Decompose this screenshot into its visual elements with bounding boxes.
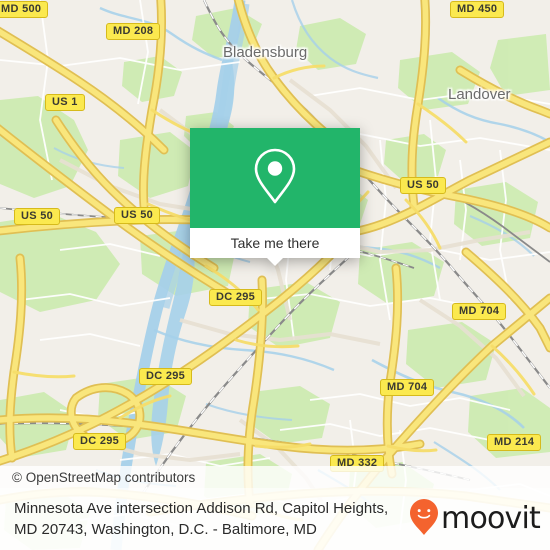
route-shield: MD 214 — [487, 434, 542, 451]
route-shield: MD 704 — [452, 303, 507, 320]
route-shield: US 50 — [400, 177, 447, 194]
take-me-there-button[interactable]: Take me there — [231, 235, 320, 251]
route-shield: US 50 — [14, 208, 61, 225]
route-shield: MD 208 — [106, 23, 161, 40]
footer-bar: Minnesota Ave intersection Addison Rd, C… — [0, 488, 550, 550]
route-shield: US 1 — [45, 94, 85, 111]
map-page: MD 500 MD 208 MD 450 US 1 US 50 US 50 US… — [0, 0, 550, 550]
place-label-bladensburg: Bladensburg — [223, 44, 308, 61]
route-shield: US 50 — [114, 207, 161, 224]
place-label-landover: Landover — [448, 86, 511, 103]
location-title: Minnesota Ave intersection Addison Rd, C… — [14, 500, 389, 538]
moovit-brand[interactable]: moovit — [409, 498, 550, 541]
osm-attribution-text[interactable]: © OpenStreetMap contributors — [0, 470, 195, 485]
map-pin-icon — [252, 147, 298, 210]
map-attribution-bar: © OpenStreetMap contributors — [0, 466, 550, 488]
route-shield: DC 295 — [209, 289, 263, 306]
moovit-wordmark: moovit — [441, 501, 541, 536]
route-shield: MD 704 — [380, 379, 435, 396]
route-shield: MD 500 — [0, 1, 49, 18]
popup-action-bar[interactable]: Take me there — [190, 228, 360, 266]
route-shield: DC 295 — [73, 433, 127, 450]
route-shield: DC 295 — [139, 368, 193, 385]
popup-image-area — [190, 128, 360, 228]
route-shield: MD 450 — [450, 1, 505, 18]
moovit-smiling-pin-icon — [409, 498, 439, 541]
location-popup-card[interactable]: Take me there — [190, 128, 360, 266]
